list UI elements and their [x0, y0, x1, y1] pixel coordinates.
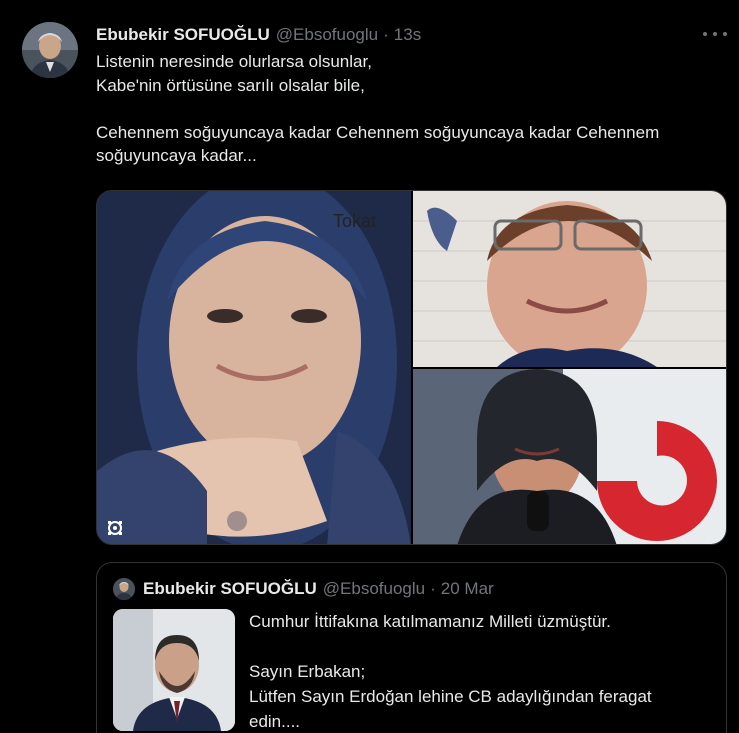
quoted-line: Cumhur İttifakına katılmamanız Milleti ü… — [249, 612, 611, 631]
tweet-text: Listenin neresinde olurlarsa olsunlar, K… — [96, 50, 732, 168]
more-dots-icon[interactable] — [703, 26, 727, 42]
media-photo-left[interactable]: Tokat — [97, 191, 411, 545]
media-photo-bottom-right[interactable] — [413, 369, 727, 545]
header-separator: · — [383, 25, 389, 44]
quoted-author-handle: @Ebsofuoglu — [322, 579, 426, 598]
tweet-line: Kabe'nin örtüsüne sarılı olsalar bile, — [96, 75, 365, 95]
tweet-line-gap — [96, 97, 732, 121]
tweet-line: soğuyuncaya kadar... — [96, 146, 257, 165]
quoted-author-avatar — [113, 578, 135, 600]
author-name[interactable]: Ebubekir SOFUOĞLU — [96, 25, 270, 45]
quoted-date: 20 Mar — [440, 579, 494, 598]
quoted-line: Lütfen Sayın Erdoğan lehine CB adaylığın… — [249, 687, 652, 706]
author-handle[interactable]: @Ebsofuoglu — [276, 25, 378, 45]
quoted-line: Sayın Erbakan; — [249, 662, 366, 681]
tweet-media[interactable]: Tokat — [96, 190, 727, 545]
media-photo-top-right[interactable] — [413, 191, 727, 371]
quoted-media-thumbnail[interactable] — [113, 609, 235, 731]
tweet[interactable]: Ebubekir SOFUOĞLU @Ebsofuoglu · 13s List… — [0, 0, 739, 733]
media-watermark: Tokat — [333, 211, 376, 231]
quoted-line: edin.... — [249, 712, 301, 731]
tweet-line: Cehennem soğuyuncaya kadar Cehennem soğu… — [96, 122, 660, 142]
tweet-header: Ebubekir SOFUOĞLU @Ebsofuoglu · 13s — [96, 24, 723, 46]
tweet-line: Listenin neresinde olurlarsa olsunlar, — [96, 52, 372, 71]
quoted-header-separator: · — [430, 579, 436, 598]
author-avatar[interactable] — [22, 22, 78, 78]
quoted-text: Cumhur İttifakına katılmamanız Milleti ü… — [249, 609, 719, 733]
alt-badge-icon[interactable] — [105, 518, 125, 538]
tweet-time[interactable]: 13s — [394, 25, 421, 45]
quoted-line-gap — [249, 634, 719, 659]
quoted-author-name: Ebubekir SOFUOĞLU — [143, 579, 317, 598]
quoted-tweet[interactable]: Ebubekir SOFUOĞLU @Ebsofuoglu · 20 Mar C… — [96, 562, 727, 733]
quoted-header: Ebubekir SOFUOĞLU @Ebsofuoglu · 20 Mar — [143, 578, 494, 600]
